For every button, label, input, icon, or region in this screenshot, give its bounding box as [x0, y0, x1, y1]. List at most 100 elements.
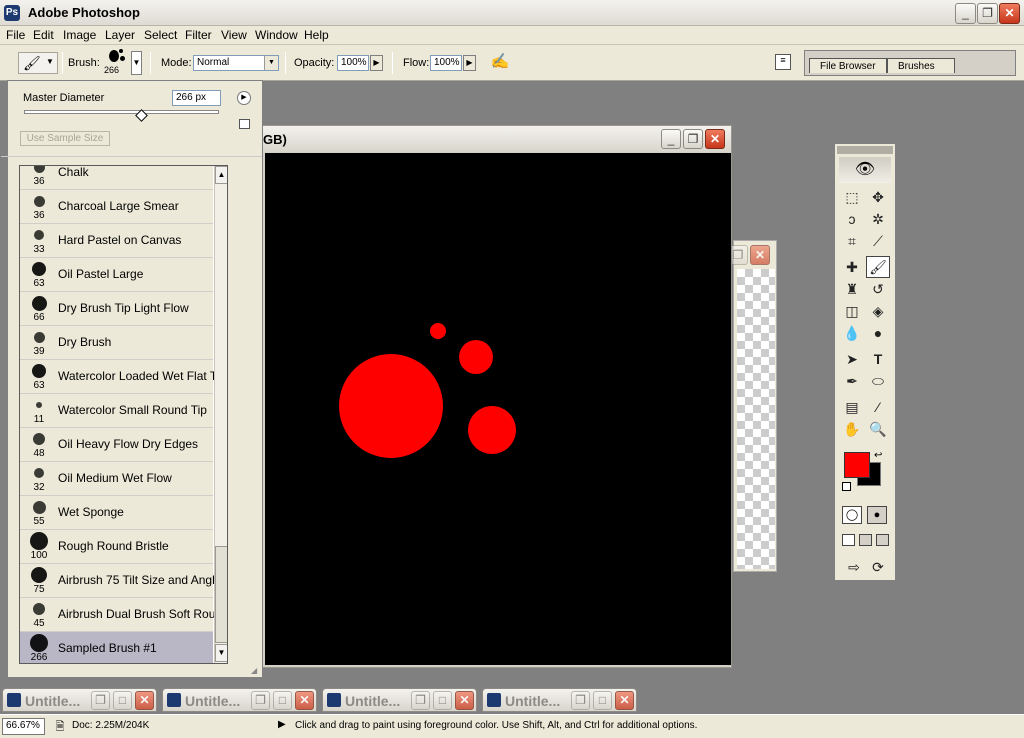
status-menu-arrow-icon[interactable]: ▶ [278, 719, 286, 730]
standard-mode-icon[interactable]: ◯ [842, 506, 862, 524]
brush-options-menu-icon[interactable]: ▶ [237, 91, 251, 105]
paint-bucket-tool-icon[interactable]: ◈ [866, 300, 890, 322]
list-item[interactable]: 11 Watercolor Small Round Tip [20, 394, 213, 428]
background-document-window[interactable]: ❐ ✕ [728, 240, 777, 572]
scrollbar[interactable]: ▲ ▼ [214, 166, 227, 663]
list-item[interactable]: 55 Wet Sponge [20, 496, 213, 530]
menu-view[interactable]: View [221, 28, 247, 42]
magic-wand-tool-icon[interactable]: ✲ [866, 208, 890, 230]
master-diameter-input[interactable]: 266 px [172, 90, 221, 106]
maximize-button[interactable]: □ [433, 691, 452, 710]
master-diameter-slider-track[interactable] [24, 110, 219, 114]
tab-brushes[interactable]: Brushes [887, 58, 955, 73]
resize-grip-icon[interactable]: ◢ [251, 666, 261, 676]
list-item[interactable]: 66 Dry Brush Tip Light Flow [20, 292, 213, 326]
restore-button[interactable]: ❐ [977, 3, 998, 24]
type-tool-icon[interactable]: T [866, 348, 890, 370]
list-item[interactable]: 100 Rough Round Bristle [20, 530, 213, 564]
document-canvas[interactable] [265, 153, 731, 665]
airbrush-toggle-icon[interactable]: ✍ [488, 52, 512, 74]
blur-tool-icon[interactable]: 💧 [840, 322, 864, 344]
healing-brush-tool-icon[interactable]: ✚ [840, 256, 864, 278]
history-brush-tool-icon[interactable]: ↺ [866, 278, 890, 300]
palette-menu-icon[interactable]: ≡ [775, 54, 791, 70]
move-tool-icon[interactable]: ✥ [866, 186, 890, 208]
flow-slider-arrow[interactable]: ▶ [463, 55, 476, 71]
flow-input[interactable]: 100% [430, 55, 462, 71]
eraser-tool-icon[interactable]: ◫ [840, 300, 864, 322]
notes-tool-icon[interactable]: ▤ [840, 396, 864, 418]
pen-tool-icon[interactable]: ✒ [840, 370, 864, 392]
list-item[interactable]: 36 Chalk [20, 166, 213, 190]
list-item[interactable]: 33 Hard Pastel on Canvas [20, 224, 213, 258]
close-button[interactable]: ✕ [705, 129, 725, 149]
opacity-input[interactable]: 100% [337, 55, 369, 71]
eyedropper-tool-icon[interactable]: ⁄ [866, 396, 890, 418]
minimize-button[interactable]: _ [955, 3, 976, 24]
path-selection-tool-icon[interactable]: ➤ [840, 348, 864, 370]
close-button[interactable]: ✕ [750, 245, 770, 265]
foreground-color-swatch[interactable] [844, 452, 870, 478]
use-sample-size-button[interactable]: Use Sample Size [20, 131, 110, 146]
tool-preset-picker[interactable]: 🖌 ▼ [18, 52, 58, 74]
shape-tool-icon[interactable]: ⬭ [866, 370, 890, 392]
list-item[interactable]: 63 Oil Pastel Large [20, 258, 213, 292]
list-item[interactable]: 36 Charcoal Large Smear [20, 190, 213, 224]
list-item[interactable]: 266 Sampled Brush #1 [20, 632, 213, 663]
eye-logo-icon[interactable]: 👁 [839, 157, 891, 183]
minimized-document[interactable]: Untitle... ❐ □ ✕ [2, 688, 157, 712]
toolbox-grip[interactable] [837, 146, 893, 154]
clone-stamp-tool-icon[interactable]: ♜ [840, 278, 864, 300]
menu-filter[interactable]: Filter [185, 28, 212, 42]
default-colors-icon[interactable] [842, 482, 851, 491]
list-item[interactable]: 75 Airbrush 75 Tilt Size and Angle [20, 564, 221, 598]
restore-button[interactable]: ❐ [411, 691, 430, 710]
minimized-document[interactable]: Untitle... ❐ □ ✕ [162, 688, 317, 712]
menu-file[interactable]: File [6, 28, 25, 42]
quick-mask-mode-icon[interactable]: ● [867, 506, 887, 524]
list-item[interactable]: 48 Oil Heavy Flow Dry Edges [20, 428, 213, 462]
scroll-up-button[interactable]: ▲ [215, 166, 227, 184]
slice-tool-icon[interactable]: ⟋ [866, 230, 890, 252]
brush-tool-icon[interactable]: 🖌 [866, 256, 890, 278]
zoom-level-field[interactable]: 66.67% [2, 718, 45, 735]
document-title-bar[interactable]: GB) _ ❐ ✕ [253, 126, 731, 152]
screen-mode-full-icon[interactable] [876, 534, 889, 546]
close-button[interactable]: ✕ [615, 691, 634, 710]
minimized-document[interactable]: Untitle... ❐ □ ✕ [322, 688, 477, 712]
close-button[interactable]: ✕ [135, 691, 154, 710]
crop-tool-icon[interactable]: ⌗ [840, 230, 864, 252]
menu-window[interactable]: Window [255, 28, 298, 42]
hand-tool-icon[interactable]: ✋ [840, 418, 864, 440]
lasso-tool-icon[interactable]: ↄ [840, 208, 864, 230]
imageready-icon[interactable]: ⟳ [866, 556, 890, 578]
list-item[interactable]: 63 Watercolor Loaded Wet Flat Tip [20, 360, 226, 394]
close-button[interactable]: ✕ [455, 691, 474, 710]
menu-edit[interactable]: Edit [33, 28, 54, 42]
brush-preview[interactable]: 266 [104, 48, 130, 78]
scroll-down-button[interactable]: ▼ [215, 644, 227, 662]
close-button[interactable]: ✕ [295, 691, 314, 710]
close-button[interactable]: ✕ [999, 3, 1020, 24]
list-item[interactable]: 39 Dry Brush [20, 326, 213, 360]
screen-mode-fullmenu-icon[interactable] [859, 534, 872, 546]
menu-select[interactable]: Select [144, 28, 177, 42]
tab-file-browser[interactable]: File Browser [809, 58, 887, 73]
menu-layer[interactable]: Layer [105, 28, 135, 42]
minimize-button[interactable]: _ [661, 129, 681, 149]
menu-help[interactable]: Help [304, 28, 329, 42]
restore-button[interactable]: ❐ [91, 691, 110, 710]
transparent-canvas[interactable] [737, 269, 775, 569]
maximize-button[interactable]: □ [593, 691, 612, 710]
dodge-tool-icon[interactable]: ● [866, 322, 890, 344]
maximize-button[interactable]: ❐ [683, 129, 703, 149]
menu-image[interactable]: Image [63, 28, 96, 42]
list-item[interactable]: 32 Oil Medium Wet Flow [20, 462, 213, 496]
marquee-tool-icon[interactable]: ⬚ [840, 186, 864, 208]
minimized-document[interactable]: Untitle... ❐ □ ✕ [482, 688, 637, 712]
brush-picker-dropdown[interactable]: ▼ [131, 51, 142, 75]
swap-colors-icon[interactable]: ↩ [874, 450, 882, 461]
zoom-tool-icon[interactable]: 🔍 [866, 418, 890, 440]
jump-to-imageready-icon[interactable]: ⇨ [842, 556, 866, 578]
screen-mode-standard-icon[interactable] [842, 534, 855, 546]
